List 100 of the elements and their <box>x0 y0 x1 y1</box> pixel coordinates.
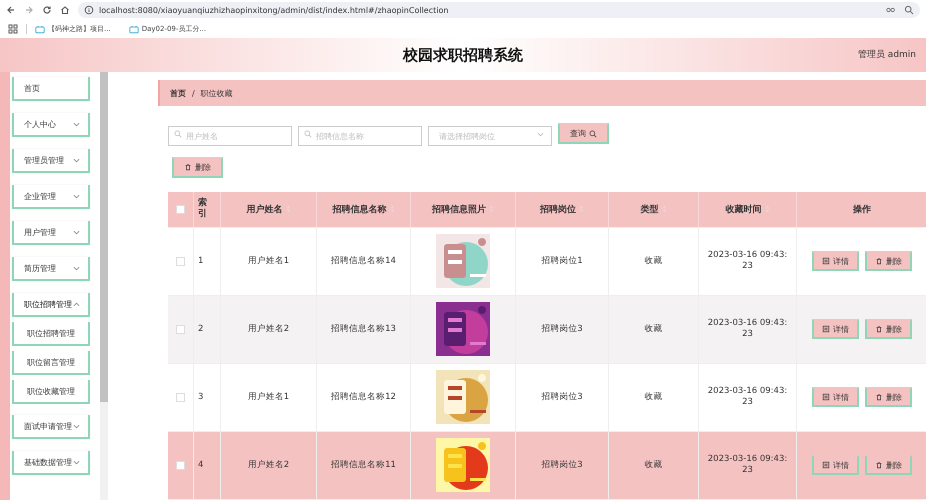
menu-item[interactable]: 简历管理 <box>12 257 90 281</box>
breadcrumb-separator: / <box>192 88 195 98</box>
delete-button[interactable]: 删除 <box>865 455 912 475</box>
menu-item[interactable]: 基础数据管理 <box>12 451 90 475</box>
chevron-icon <box>73 122 80 126</box>
apps-icon[interactable] <box>8 24 18 34</box>
delete-button[interactable]: 删除 <box>865 319 912 339</box>
delete-button[interactable]: 删除 <box>172 156 223 178</box>
chevron-icon <box>73 194 80 198</box>
column-header: 索引 <box>198 198 207 220</box>
document-icon <box>822 257 830 265</box>
menu-item[interactable]: 企业管理 <box>12 185 90 209</box>
chevron-icon <box>73 230 80 234</box>
table-cell: 2023-03-16 09:43:23 <box>708 454 788 476</box>
column-header[interactable]: 招聘信息名称 <box>332 202 386 216</box>
menu-item[interactable]: 管理员管理 <box>12 149 90 173</box>
search-field[interactable]: 招聘信息名称 <box>298 126 422 146</box>
details-button[interactable]: 详情 <box>812 455 859 475</box>
breadcrumb-item[interactable]: 首页 <box>170 88 186 98</box>
submenu-item[interactable]: 职位收藏管理 <box>12 380 90 404</box>
search-icon <box>174 130 182 138</box>
table-cell: 2023-03-16 09:43:23 <box>708 250 788 272</box>
table-cell: 4 <box>198 460 204 470</box>
table-cell: 2023-03-16 09:43:23 <box>708 386 788 408</box>
table-cell: 招聘岗位3 <box>541 391 583 403</box>
table-cell: 用户姓名1 <box>248 255 290 267</box>
trash-icon <box>875 461 883 469</box>
app-title: 校园求职招聘系统 <box>403 46 523 64</box>
table-row[interactable]: 1 用户姓名1 招聘信息名称14 招聘岗位1 收藏 2023-03-16 09:43:23 详情 删除 <box>168 228 926 296</box>
bookmark-icon <box>128 24 139 34</box>
table-cell: 招聘信息名称13 <box>331 323 396 335</box>
trash-icon <box>184 163 192 171</box>
row-checkbox[interactable] <box>176 460 185 470</box>
menu-item[interactable]: 用户管理 <box>12 221 90 245</box>
chevron-icon <box>537 132 544 136</box>
table-cell: 招聘信息名称12 <box>331 391 396 403</box>
chevron-icon <box>73 424 80 428</box>
document-icon <box>822 325 830 333</box>
back-icon[interactable] <box>6 5 16 15</box>
trash-icon <box>875 257 883 265</box>
table-cell: 收藏 <box>644 255 662 267</box>
table-cell: 用户姓名1 <box>248 391 290 403</box>
column-header[interactable]: 用户姓名 <box>246 202 282 216</box>
column-header[interactable]: 类型 <box>640 202 658 216</box>
column-header[interactable]: 招聘信息照片 <box>432 202 486 216</box>
trash-icon <box>875 325 883 333</box>
submenu-item[interactable]: 职位留言管理 <box>12 351 90 375</box>
search-icon <box>304 130 312 138</box>
table-cell: 招聘岗位3 <box>541 323 583 335</box>
table-cell: 收藏 <box>644 459 662 471</box>
document-icon <box>822 393 830 401</box>
table-row[interactable]: 4 用户姓名2 招聘信息名称11 招聘岗位3 收藏 2023-03-16 09:43:23 详情 删除 <box>168 432 926 500</box>
delete-button[interactable]: 删除 <box>865 251 912 271</box>
submenu-item[interactable]: 职位招聘管理 <box>12 322 90 346</box>
delete-button[interactable]: 删除 <box>865 387 912 407</box>
table-cell: 用户姓名2 <box>248 459 290 471</box>
column-header[interactable]: 招聘岗位 <box>540 202 576 216</box>
details-button[interactable]: 详情 <box>812 251 859 271</box>
bookmark-icon <box>35 24 45 34</box>
menu-item[interactable]: 个人中心 <box>12 113 90 137</box>
home-icon[interactable] <box>60 5 70 15</box>
column-header[interactable]: 收藏时间 <box>726 202 762 216</box>
chevron-icon <box>73 460 80 464</box>
select-all-checkbox[interactable] <box>176 204 185 214</box>
info-icon <box>84 5 94 15</box>
details-button[interactable]: 详情 <box>812 387 859 407</box>
table-cell: 招聘岗位3 <box>541 459 583 471</box>
table-cell: 收藏 <box>644 323 662 335</box>
table-cell: 招聘岗位1 <box>541 255 583 267</box>
trash-icon <box>875 393 883 401</box>
table-cell: 收藏 <box>644 391 662 403</box>
forward-icon[interactable] <box>24 5 34 15</box>
reload-icon[interactable] <box>42 5 52 15</box>
menu-item[interactable]: 职位招聘管理 <box>12 293 90 317</box>
table-cell: 招聘信息名称14 <box>331 255 396 267</box>
table-row[interactable]: 3 用户姓名1 招聘信息名称12 招聘岗位3 收藏 2023-03-16 09:43:23 详情 删除 <box>168 364 926 432</box>
search-button[interactable]: 查询 <box>558 123 609 144</box>
table-row[interactable]: 2 用户姓名2 招聘信息名称13 招聘岗位3 收藏 2023-03-16 09:43:23 详情 删除 <box>168 296 926 364</box>
document-icon <box>822 461 830 469</box>
menu-item[interactable]: 面试申请管理 <box>12 415 90 439</box>
row-checkbox[interactable] <box>176 392 185 402</box>
row-checkbox[interactable] <box>176 256 185 266</box>
table-cell: 用户姓名2 <box>248 323 290 335</box>
menu-item[interactable]: 首页 <box>12 77 90 101</box>
column-header: 操作 <box>853 204 871 216</box>
search-field[interactable]: 用户姓名 <box>168 126 292 146</box>
details-button[interactable]: 详情 <box>812 319 859 339</box>
table-cell: 2023-03-16 09:43:23 <box>708 318 788 340</box>
scrollbar[interactable] <box>100 72 108 500</box>
select-field[interactable]: 请选择招聘岗位 <box>428 126 552 146</box>
chevron-icon <box>73 302 80 306</box>
chevron-icon <box>73 158 80 162</box>
address-bar[interactable]: localhost:8080/xiaoyuanqiuzhizhaopinxitong/admin/dist/index.html#/zhaopinCollection <box>78 2 920 18</box>
zoom-icon[interactable] <box>904 5 914 15</box>
table-cell: 1 <box>198 256 204 266</box>
chevron-icon <box>73 266 80 270</box>
breadcrumb-item: 职位收藏 <box>200 88 233 98</box>
row-checkbox[interactable] <box>176 324 185 334</box>
table-cell: 招聘信息名称11 <box>331 459 396 471</box>
table-cell: 3 <box>198 392 204 402</box>
